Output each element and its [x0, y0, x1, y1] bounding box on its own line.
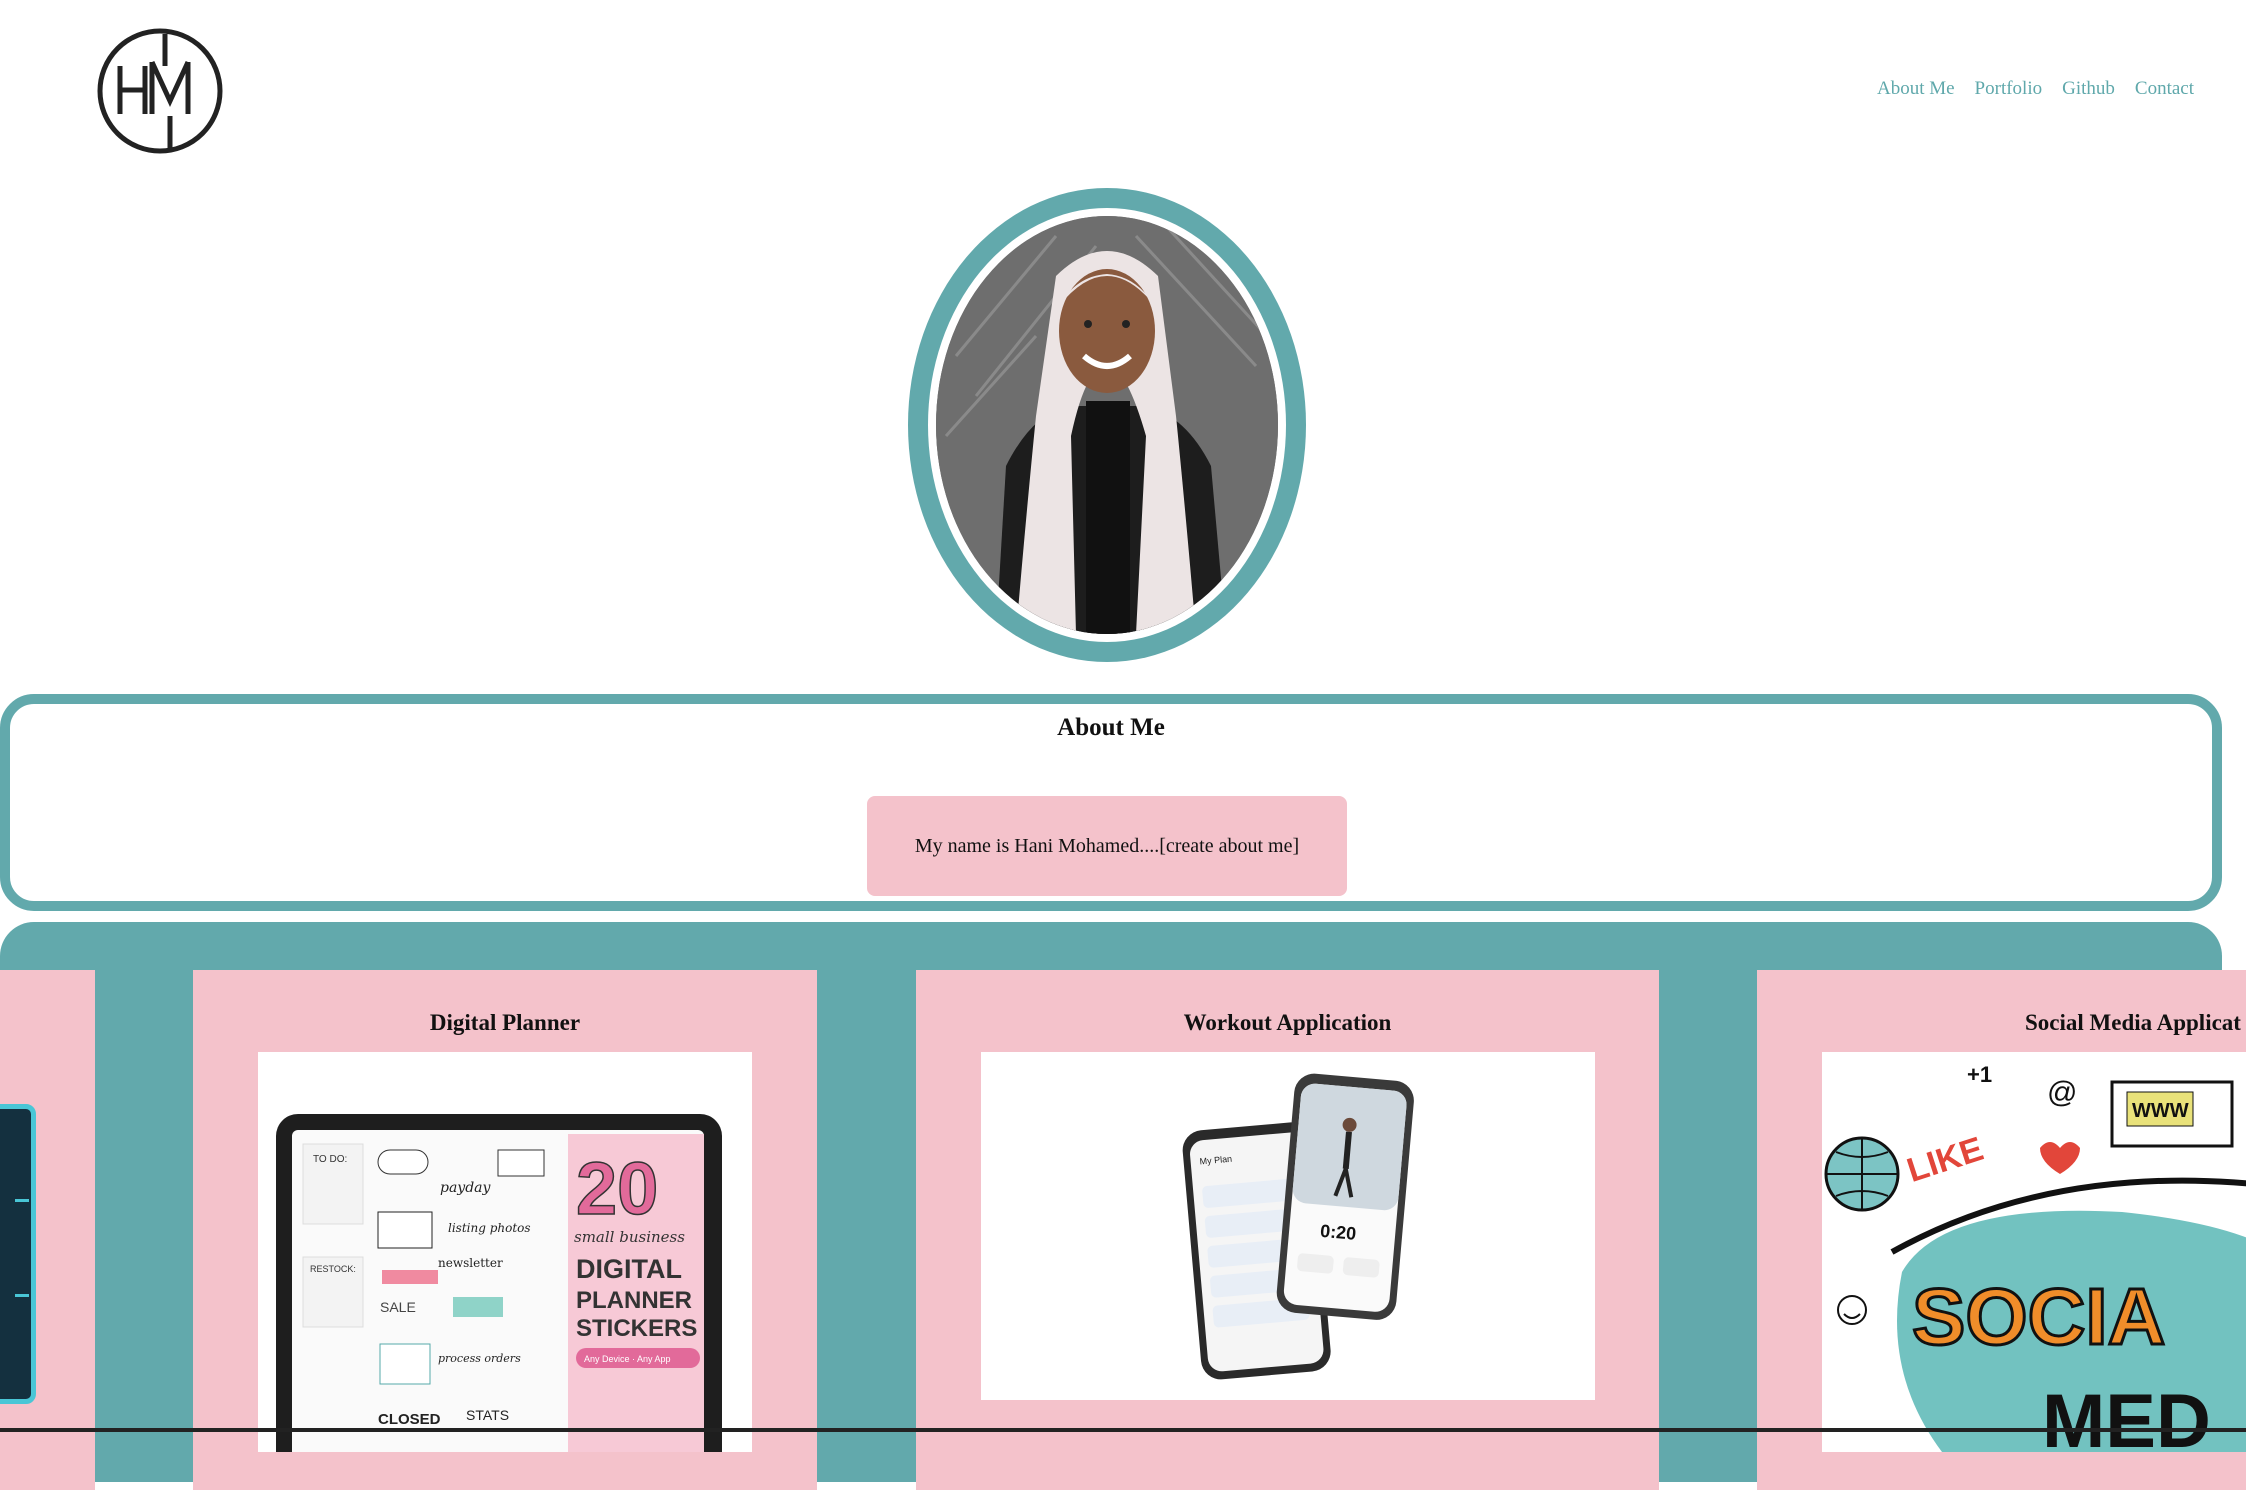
svg-text:+1: +1: [1967, 1062, 1992, 1087]
site-logo[interactable]: [95, 26, 225, 156]
nav-portfolio[interactable]: Portfolio: [1975, 78, 2043, 100]
svg-text:process orders: process orders: [438, 1352, 521, 1365]
card-title: Digital Planner: [429, 1010, 581, 1035]
portfolio-card-workout-application[interactable]: Workout Application My Plan 0:20: [916, 970, 1659, 1490]
card-title: Social Media Applicat: [2025, 1010, 2241, 1035]
nav-contact[interactable]: Contact: [2135, 78, 2194, 100]
nav-about-me[interactable]: About Me: [1877, 78, 1955, 100]
svg-text:newsletter: newsletter: [438, 1256, 503, 1270]
bottom-edge: [0, 1428, 2246, 1432]
svg-text:SOCIA: SOCIA: [1912, 1272, 2165, 1361]
workout-app-image: My Plan 0:20: [981, 1052, 1595, 1400]
portfolio-card-digital-planner[interactable]: Digital Planner TO DO: RESTOCK: payday l…: [193, 970, 817, 1490]
svg-text:@: @: [2047, 1076, 2077, 1109]
card-title: Workout Application: [1183, 1010, 1392, 1035]
portfolio-card-social-media-application[interactable]: Social Media Applicat LIKE +1 @ WWW SOCI…: [1757, 970, 2246, 1490]
svg-text:20: 20: [576, 1147, 658, 1230]
svg-text:RESTOCK:: RESTOCK:: [310, 1264, 356, 1274]
profile-photo: [936, 216, 1278, 634]
about-section: About Me My name is Hani Mohamed....[cre…: [0, 694, 2222, 911]
profile-photo-frame: [908, 188, 1306, 662]
digital-planner-image: TO DO: RESTOCK: payday listing photos ne…: [258, 1052, 752, 1452]
svg-text:payday: payday: [440, 1180, 492, 1196]
svg-text:MED: MED: [2042, 1379, 2211, 1452]
svg-text:STATS: STATS: [466, 1407, 509, 1423]
svg-text:PLANNER: PLANNER: [576, 1287, 692, 1314]
social-media-image: LIKE +1 @ WWW SOCIA MED: [1822, 1052, 2246, 1452]
svg-text:small business: small business: [574, 1228, 685, 1246]
svg-text:STICKERS: STICKERS: [576, 1315, 697, 1342]
portfolio-section: Digital Planner TO DO: RESTOCK: payday l…: [0, 922, 2246, 1490]
nav-github[interactable]: Github: [2062, 78, 2115, 100]
main-nav: About Me Portfolio Github Contact: [1877, 78, 2194, 100]
svg-text:Any Device · Any App: Any Device · Any App: [584, 1354, 671, 1364]
svg-text:SALE: SALE: [380, 1299, 416, 1315]
svg-text:DIGITAL: DIGITAL: [576, 1254, 682, 1284]
partial-card-image: [0, 1104, 36, 1404]
about-title: About Me: [1057, 714, 1165, 741]
svg-text:CLOSED: CLOSED: [378, 1411, 441, 1428]
about-text: My name is Hani Mohamed....[create about…: [914, 834, 1300, 857]
about-text-box: My name is Hani Mohamed....[create about…: [867, 796, 1347, 896]
svg-text:listing photos: listing photos: [448, 1221, 531, 1235]
portfolio-card-partial[interactable]: [0, 970, 95, 1490]
svg-text:WWW: WWW: [2132, 1100, 2189, 1122]
workout-timer-text: 0:20: [1319, 1221, 1357, 1244]
svg-text:TO DO:: TO DO:: [313, 1154, 347, 1165]
